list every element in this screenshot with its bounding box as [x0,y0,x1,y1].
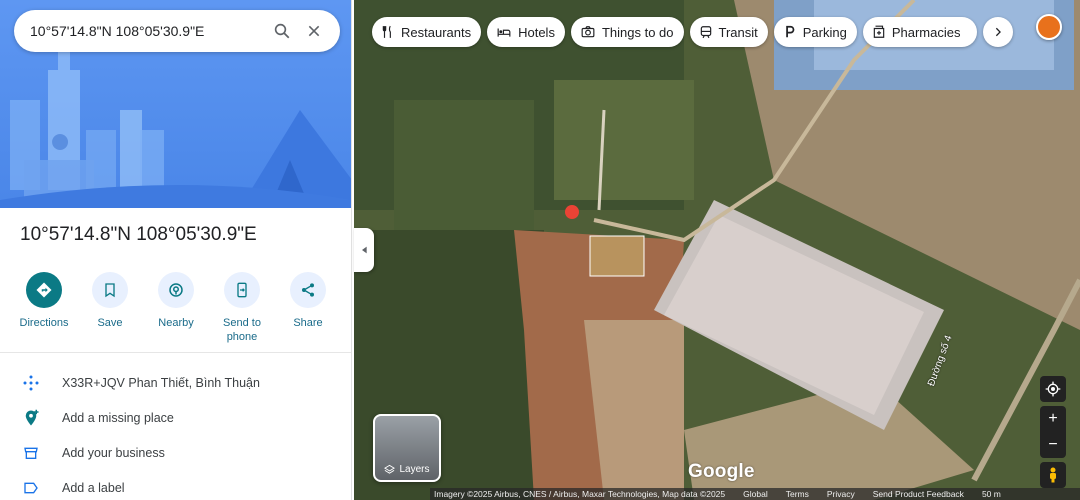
chip-pharmacies[interactable]: Pharmacies [862,17,977,47]
global-link[interactable]: Global [743,489,768,499]
add-label-text: Add a label [62,481,125,495]
layers-button[interactable]: Layers [373,414,441,482]
plus-code-icon-wrap [0,374,62,392]
share-icon [302,283,314,297]
add-label-row[interactable]: Add a label [0,471,351,500]
share-label: Share [293,317,323,329]
business-icon [24,447,38,459]
directions-icon [36,282,52,298]
business-icon-wrap [0,445,62,461]
search-input[interactable] [30,23,266,39]
transit-icon [700,26,711,39]
layers-label-wrap: Layers [375,464,439,475]
account-avatar[interactable] [1036,14,1062,40]
bookmark-icon [105,283,115,298]
maps-window: 10°57'14.8"N 108°05'30.9"E Directions Sa… [0,0,1080,500]
feedback-link[interactable]: Send Product Feedback [873,489,964,499]
chip-transit-label: Transit [718,24,758,40]
collapse-panel-button[interactable] [354,228,374,272]
my-location-icon [1045,381,1061,397]
place-title: 10°57'14.8"N 108°05'30.9"E [20,224,257,245]
camera-icon [581,26,595,38]
directions-button[interactable]: Directions [14,272,74,344]
satellite-imagery [354,0,1080,500]
my-location-button[interactable] [1040,376,1066,402]
google-logo: Google [688,461,755,482]
chevron-right-icon [995,27,1001,37]
add-place-icon-wrap [0,408,62,428]
zoom-in-button[interactable]: + [1040,406,1066,432]
chip-restaurants[interactable]: Restaurants [372,17,482,47]
imagery-attribution: Imagery ©2025 Airbus, CNES / Airbus, Max… [434,489,726,499]
plus-code-text: X33R+JQV Phan Thiết, Bình Thuận [62,376,260,390]
divider [0,352,351,353]
hotel-icon [497,28,511,37]
share-button[interactable]: Share [278,272,338,344]
zoom-out-button[interactable]: − [1040,432,1066,458]
chip-hotels[interactable]: Hotels [487,17,565,47]
place-panel: 10°57'14.8"N 108°05'30.9"E Directions Sa… [0,0,352,500]
directions-label: Directions [19,317,69,329]
plus-code-icon [23,375,39,391]
chevron-left-icon [362,246,367,254]
privacy-link[interactable]: Privacy [827,489,855,499]
scale-bar: 50 m [981,489,1001,499]
label-icon-wrap [0,480,62,496]
search-button[interactable] [266,15,298,47]
chip-parking[interactable]: Parking [773,17,857,47]
map-footer: Imagery ©2025 Airbus, CNES / Airbus, Max… [430,488,1080,500]
chip-transit[interactable]: Transit [689,17,768,47]
save-button[interactable]: Save [80,272,140,344]
send-to-phone-label: Send to phone [223,317,261,343]
chip-hotels-label: Hotels [518,24,555,40]
nearby-circle [158,272,194,308]
nearby-label: Nearby [158,317,194,329]
zoom-controls: + − [1040,406,1066,458]
send-to-phone-icon [237,282,247,298]
hero-illustration [0,0,351,208]
chip-pharmacies-label: Pharmacies [891,24,961,40]
save-circle [92,272,128,308]
satellite-map[interactable]: Restaurants Hotels Things to do Transit … [354,0,1080,500]
category-chips: Restaurants Hotels Things to do Transit … [372,17,1013,47]
add-missing-place-text: Add a missing place [62,411,174,425]
nearby-icon [169,283,183,297]
close-icon [308,25,320,37]
chip-things-to-do-label: Things to do [601,24,674,40]
add-missing-place-row[interactable]: Add a missing place [0,401,351,435]
send-to-phone-circle [224,272,260,308]
search-box [14,10,340,52]
chip-things-to-do[interactable]: Things to do [570,17,684,47]
directions-circle [26,272,62,308]
terms-link[interactable]: Terms [786,489,809,499]
send-to-phone-button[interactable]: Send to phone [212,272,272,344]
action-bar: Directions Save Nearby Send to phone Sha… [14,272,338,344]
add-business-row[interactable]: Add your business [0,436,351,470]
add-place-icon [25,409,39,426]
nearby-button[interactable]: Nearby [146,272,206,344]
street-view-pegman[interactable] [1040,462,1066,488]
chip-restaurants-label: Restaurants [401,24,472,40]
label-icon [24,482,38,494]
layers-icon [384,464,396,474]
save-label: Save [97,317,123,329]
parking-icon [785,25,795,38]
pharmacy-icon [873,25,885,38]
layers-label: Layers [399,464,430,475]
share-circle [290,272,326,308]
search-icon [274,23,290,39]
restaurant-icon [382,25,391,38]
pegman-icon [1050,467,1056,483]
chip-parking-label: Parking [802,24,847,40]
add-business-text: Add your business [62,446,165,460]
chips-next-button[interactable] [982,17,1013,47]
close-button[interactable] [298,15,330,47]
plus-code-row[interactable]: X33R+JQV Phan Thiết, Bình Thuận [0,366,351,400]
